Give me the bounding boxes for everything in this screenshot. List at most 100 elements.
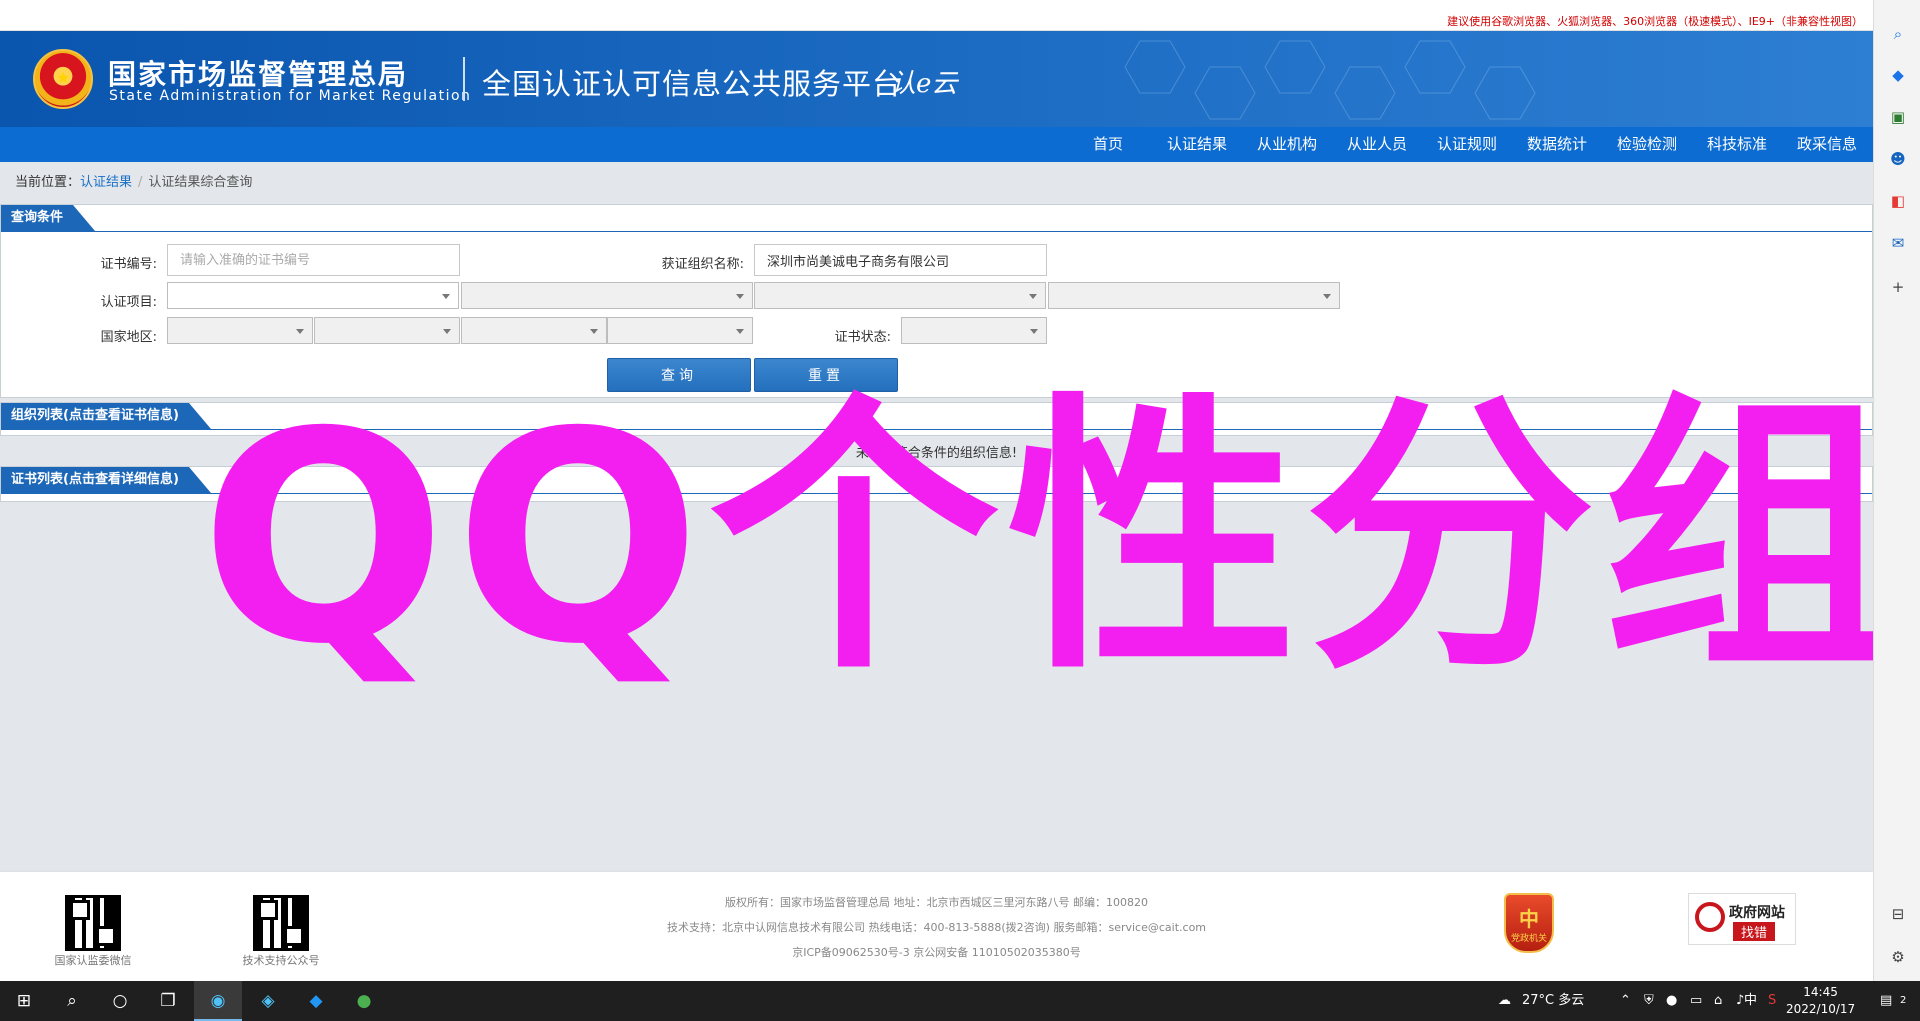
lark-app-icon[interactable]: ◆ <box>292 981 340 1021</box>
nav-practitioners[interactable]: 从业人员 <box>1347 127 1407 162</box>
browser-sidebar: ⌕ ◆ ▣ ☻ ◧ ✉ + ⊟ ⚙ <box>1873 0 1920 981</box>
cert-project-select-3[interactable] <box>754 282 1046 309</box>
breadcrumb: 当前位置：认证结果 / 认证结果综合查询 <box>15 171 252 190</box>
magnifier-icon <box>1695 902 1725 932</box>
notification-icon[interactable]: ▤ <box>1880 981 1892 1021</box>
platform-title: 全国认证认可信息公共服务平台 <box>482 67 903 101</box>
reset-button[interactable]: 重置 <box>754 358 898 392</box>
query-panel-title: 查询条件 <box>1 205 96 231</box>
tag-icon[interactable]: ◆ <box>1889 66 1907 84</box>
org-list-title: 组织列表(点击查看证书信息) <box>1 403 211 429</box>
cert-status-label: 证书状态: <box>834 330 891 345</box>
cert-project-select-2[interactable] <box>461 282 753 309</box>
watermark-overlay-text: QQ个性分组 <box>200 371 1902 708</box>
weather-cloud-icon[interactable]: ☁ <box>1498 981 1511 1021</box>
chevron-down-icon <box>1323 294 1331 299</box>
chevron-down-icon <box>590 329 598 334</box>
panel-title-underline <box>1 429 1872 430</box>
panel-title-underline <box>1 493 1872 494</box>
nav-procurement[interactable]: 政采信息 <box>1797 127 1857 162</box>
site-header: 国家市场监督管理总局 State Administration for Mark… <box>0 31 1873 127</box>
nav-institutions[interactable]: 从业机构 <box>1257 127 1317 162</box>
nav-cert-results[interactable]: 认证结果 <box>1167 127 1227 162</box>
browser-recommend-text: 建议使用谷歌浏览器、火狐浏览器、360浏览器（极速模式）、IE9+（非兼容性视图… <box>1447 15 1863 28</box>
wechat-icon[interactable]: ● <box>340 981 388 1021</box>
org-list-panel: 组织列表(点击查看证书信息) <box>0 402 1873 436</box>
hex-pattern-decoration <box>1124 40 1536 120</box>
footer-tech-support: 技术支持：北京中认网信息技术有限公司 热线电话：400-813-5888(拨2咨… <box>666 921 1207 934</box>
cert-project-label: 认证项目: <box>100 295 157 310</box>
region-select-2[interactable] <box>314 317 460 344</box>
gear-icon[interactable]: ⚙ <box>1889 948 1907 966</box>
org-name-label: 获证组织名称: <box>661 257 744 272</box>
network-icon[interactable]: ⌂ <box>1714 981 1722 1021</box>
chevron-down-icon <box>736 294 744 299</box>
cert-no-input[interactable] <box>167 244 460 276</box>
org-name-cn: 国家市场监督管理总局 <box>108 58 409 91</box>
windows-taskbar: ⊞ ⌕ ○ ❐ ◉ ◈ ◆ ● ☁ 27°C 多云 ⌃ ⛨ ● ▭ ⌂ ♪ 中 … <box>0 981 1920 1021</box>
search-icon[interactable]: ⌕ <box>1889 25 1907 43</box>
weather-text[interactable]: 27°C 多云 <box>1522 981 1584 1021</box>
cert-project-select-1[interactable] <box>167 282 459 309</box>
party-gov-badge[interactable]: 党政机关 <box>1504 893 1554 953</box>
footer-copyright: 版权所有：国家市场监督管理总局 地址：北京市西城区三里河东路八号 邮编：1008… <box>725 896 1148 909</box>
breadcrumb-current: 认证结果综合查询 <box>148 175 253 190</box>
security-shield-icon[interactable]: ⛨ <box>1644 981 1654 1021</box>
panel-title-underline <box>1 231 1872 232</box>
clock-time: 14:45 <box>1803 985 1838 999</box>
chevron-down-icon <box>442 294 450 299</box>
breadcrumb-link-cert-results[interactable]: 认证结果 <box>80 175 132 190</box>
org-name-input[interactable] <box>754 244 1047 276</box>
wechat-tray-icon[interactable]: ● <box>1666 981 1677 1021</box>
region-select-1[interactable] <box>167 317 313 344</box>
gov-site-error-badge[interactable]: 政府网站 找错 <box>1688 893 1796 945</box>
region-select-3[interactable] <box>461 317 607 344</box>
nav-cert-rules[interactable]: 认证规则 <box>1437 127 1497 162</box>
toolbox-icon[interactable]: ▣ <box>1889 108 1907 126</box>
org-list-empty-message: 未查到符合条件的组织信息! <box>855 446 1018 461</box>
cert-list-panel: 证书列表(点击查看详细信息) <box>0 466 1873 502</box>
office-icon[interactable]: ◧ <box>1889 192 1907 210</box>
nav-inspection[interactable]: 检验检测 <box>1617 127 1677 162</box>
windows-start-icon[interactable]: ⊞ <box>0 981 48 1021</box>
add-icon[interactable]: + <box>1889 278 1907 296</box>
search-icon[interactable]: ⌕ <box>48 981 96 1021</box>
nav-tech-standards[interactable]: 科技标准 <box>1707 127 1767 162</box>
edge-browser-icon[interactable]: ◉ <box>194 981 242 1021</box>
sidebar-toggle-icon[interactable]: ⊟ <box>1889 905 1907 923</box>
chevron-down-icon <box>736 329 744 334</box>
chevron-down-icon <box>296 329 304 334</box>
chevron-down-icon <box>443 329 451 334</box>
national-emblem-logo <box>33 49 93 109</box>
chevron-down-icon <box>1029 294 1037 299</box>
cortana-icon[interactable]: ○ <box>96 981 144 1021</box>
region-select-4[interactable] <box>607 317 753 344</box>
gov-badge-title: 政府网站 <box>1729 905 1785 921</box>
site-footer: 国家认监委微信 技术支持公众号 版权所有：国家市场监督管理总局 地址：北京市西城… <box>0 871 1873 981</box>
search-button[interactable]: 查询 <box>607 358 751 392</box>
cert-list-title: 证书列表(点击查看详细信息) <box>1 467 211 493</box>
renyun-logo: 认e云 <box>890 69 958 99</box>
browser-notice-bar: 建议使用谷歌浏览器、火狐浏览器、360浏览器（极速模式）、IE9+（非兼容性视图… <box>0 0 1873 31</box>
footer-icp[interactable]: 京ICP备09062530号-3 京公网安备 11010502035380号 <box>0 944 1873 960</box>
bird-app-icon[interactable]: ◈ <box>244 981 292 1021</box>
people-icon[interactable]: ☻ <box>1889 150 1907 168</box>
nav-statistics[interactable]: 数据统计 <box>1527 127 1587 162</box>
chevron-down-icon <box>1030 329 1038 334</box>
cert-project-select-4[interactable] <box>1048 282 1340 309</box>
chevron-up-icon[interactable]: ⌃ <box>1620 981 1631 1021</box>
header-divider <box>463 57 465 101</box>
monitor-icon[interactable]: ▭ <box>1690 981 1702 1021</box>
query-panel: 查询条件 证书编号: 获证组织名称: 认证项目: 国家地区: 证书状态: 查询 … <box>0 204 1873 398</box>
nav-home[interactable]: 首页 <box>1093 127 1123 162</box>
sogou-ime-icon[interactable]: S <box>1768 981 1776 1021</box>
breadcrumb-prefix: 当前位置： <box>15 175 81 190</box>
region-label: 国家地区: <box>100 330 157 345</box>
party-gov-badge-text: 党政机关 <box>1510 934 1547 944</box>
task-view-icon[interactable]: ❐ <box>144 981 192 1021</box>
ime-indicator[interactable]: 中 <box>1744 981 1757 1021</box>
cert-status-select[interactable] <box>901 317 1047 344</box>
system-clock[interactable]: 14:45 2022/10/17 <box>1786 984 1855 1018</box>
outlook-icon[interactable]: ✉ <box>1889 234 1907 252</box>
notification-count: 2 <box>1900 995 1907 1006</box>
